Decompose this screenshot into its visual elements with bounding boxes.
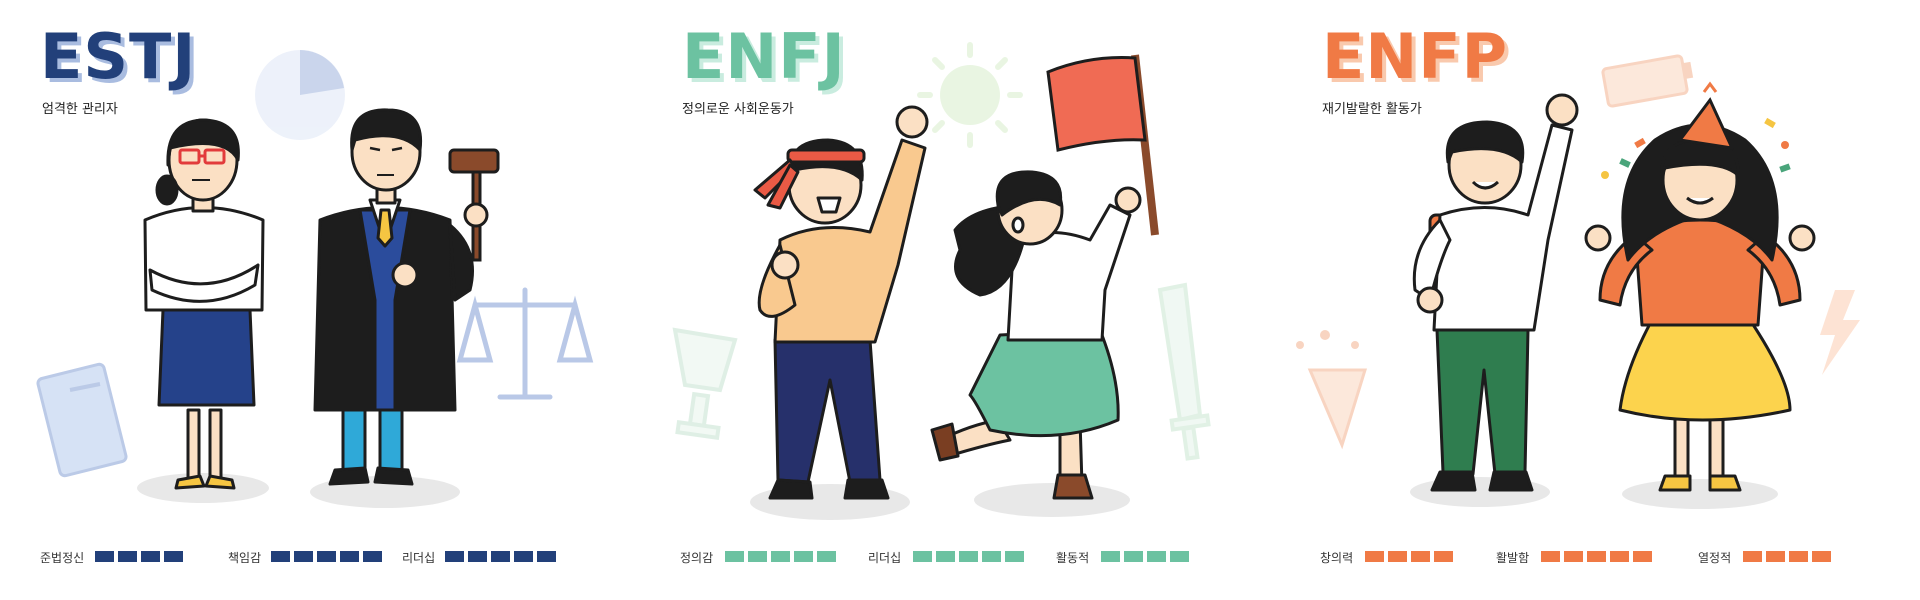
protester-man bbox=[753, 105, 929, 500]
trait-level-segment bbox=[913, 551, 932, 562]
trait-level-segment bbox=[1812, 551, 1831, 562]
trait-level-segment bbox=[1388, 551, 1407, 562]
trait-level-segment bbox=[959, 551, 978, 562]
type-subtitle: 정의로운 사회운동가 bbox=[682, 102, 794, 117]
backpack-boy bbox=[1412, 93, 1579, 492]
trait-level-segment bbox=[1005, 551, 1024, 562]
trait-label: 정의감 bbox=[680, 551, 714, 565]
trait-label: 열정적 bbox=[1698, 551, 1732, 565]
lightning-icon bbox=[1820, 290, 1860, 375]
law-book-icon bbox=[36, 362, 128, 478]
scales-of-justice-icon bbox=[456, 287, 594, 400]
trait-level-segment bbox=[141, 551, 160, 562]
trait-bar-group: 준법정신 책임감 리더십 bbox=[40, 547, 600, 567]
trait-level-segment bbox=[794, 551, 813, 562]
trait-level-segment bbox=[1789, 551, 1808, 562]
party-girl bbox=[1584, 123, 1816, 492]
trait-label: 리더십 bbox=[402, 551, 436, 565]
trait-level-segment bbox=[1434, 551, 1453, 562]
trait-level-segment bbox=[982, 551, 1001, 562]
type-subtitle: 엄격한 관리자 bbox=[42, 102, 118, 117]
trait-level-segment bbox=[514, 551, 533, 562]
trait-level-segment bbox=[1564, 551, 1583, 562]
trait-level-segment bbox=[817, 551, 836, 562]
sword-icon bbox=[1157, 282, 1211, 461]
trait-level-segment bbox=[748, 551, 767, 562]
trait-level-segment bbox=[1170, 551, 1189, 562]
type-subtitle: 재기발랄한 활동가 bbox=[1322, 102, 1422, 117]
trait-level-segment bbox=[491, 551, 510, 562]
trait-level-segment bbox=[537, 551, 556, 562]
trait-level-segment bbox=[1766, 551, 1785, 562]
party-popper-icon bbox=[1296, 330, 1368, 450]
trait-level-segment bbox=[936, 551, 955, 562]
trait-level-segment bbox=[725, 551, 744, 562]
trait-level-segment bbox=[95, 551, 114, 562]
pie-chart-icon bbox=[255, 50, 345, 140]
trait-bar-group: 창의력 활발함 열정적 bbox=[1320, 547, 1880, 567]
trait-level-segment bbox=[771, 551, 790, 562]
trophy-icon bbox=[672, 327, 738, 440]
trait-level-segment bbox=[1541, 551, 1560, 562]
red-flag-icon bbox=[1046, 54, 1159, 236]
trait-level-segment bbox=[468, 551, 487, 562]
type-title: ENFJ bbox=[682, 20, 846, 93]
office-worker-woman bbox=[143, 118, 265, 490]
estj-card: ESTJ 엄격한 관리자 준법정신 책임감 리더십 bbox=[0, 0, 640, 600]
type-title: ESTJ bbox=[40, 20, 197, 93]
trait-label: 활발함 bbox=[1496, 551, 1530, 565]
trait-label: 준법정신 bbox=[40, 551, 85, 565]
trait-level-segment bbox=[340, 551, 359, 562]
trait-level-segment bbox=[118, 551, 137, 562]
trait-label: 창의력 bbox=[1320, 551, 1354, 565]
type-title: ENFP bbox=[1322, 20, 1509, 93]
trait-level-segment bbox=[445, 551, 464, 562]
trait-label: 책임감 bbox=[228, 551, 262, 565]
trait-level-segment bbox=[363, 551, 382, 562]
trait-level-segment bbox=[1124, 551, 1143, 562]
party-hat-icon bbox=[1677, 81, 1735, 150]
trait-level-segment bbox=[271, 551, 290, 562]
trait-bar-group: 정의감 리더십 활동적 bbox=[680, 547, 1240, 567]
enfp-card: ENFP 재기발랄한 활동가 창의력 활발함 열정적 bbox=[1280, 0, 1920, 600]
trait-level-segment bbox=[1610, 551, 1629, 562]
trait-level-segment bbox=[294, 551, 313, 562]
trait-level-segment bbox=[317, 551, 336, 562]
battery-icon bbox=[1601, 54, 1694, 108]
trait-level-segment bbox=[1633, 551, 1652, 562]
flag-bearer-woman bbox=[930, 170, 1142, 500]
trait-level-segment bbox=[1743, 551, 1762, 562]
mbti-illustration-set: ESTJ 엄격한 관리자 준법정신 책임감 리더십 ENFJ 정의로운 사회운동… bbox=[0, 0, 1920, 600]
trait-label: 활동적 bbox=[1056, 551, 1090, 565]
trait-level-segment bbox=[1411, 551, 1430, 562]
trait-level-segment bbox=[164, 551, 183, 562]
trait-level-segment bbox=[1587, 551, 1606, 562]
sun-icon bbox=[917, 42, 1023, 148]
trait-level-segment bbox=[1365, 551, 1384, 562]
trait-level-segment bbox=[1147, 551, 1166, 562]
trait-level-segment bbox=[1101, 551, 1120, 562]
trait-label: 리더십 bbox=[868, 551, 902, 565]
enfj-card: ENFJ 정의로운 사회운동가 정의감 리더십 활동적 bbox=[640, 0, 1280, 600]
